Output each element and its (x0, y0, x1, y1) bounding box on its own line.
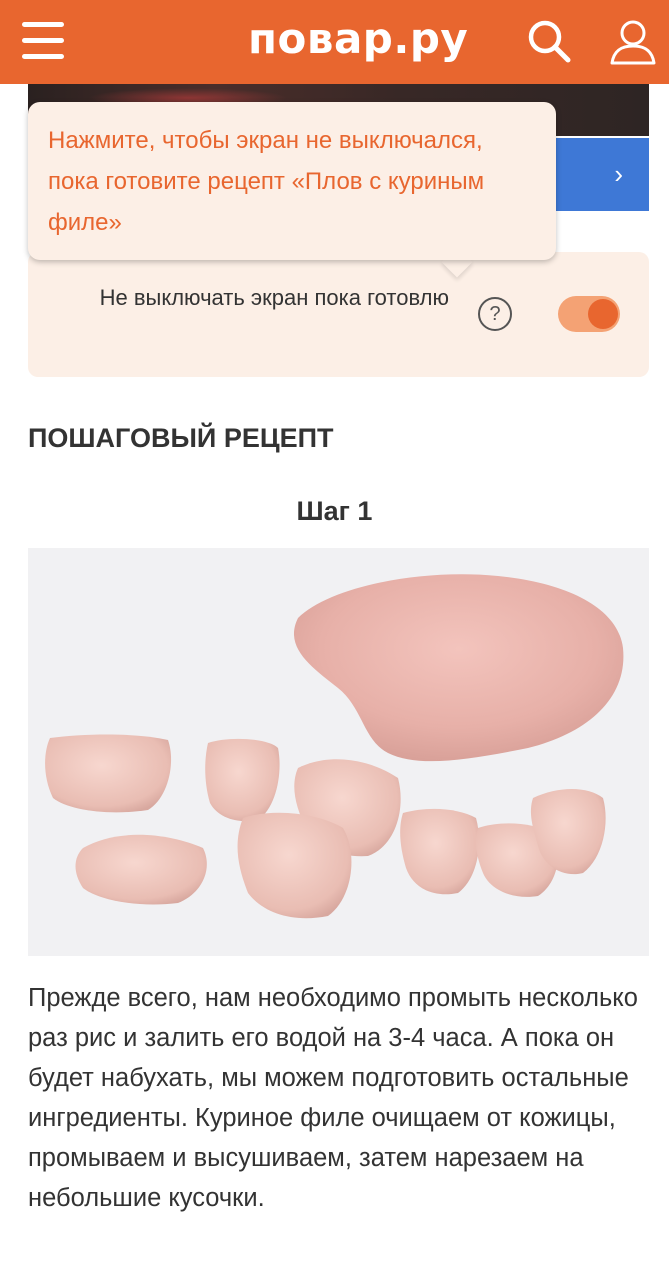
user-icon[interactable] (608, 16, 658, 66)
keep-screen-panel: Не выключать экран пока готовлю ? (28, 252, 649, 377)
menu-icon[interactable] (22, 22, 64, 60)
keep-screen-toggle[interactable] (558, 296, 620, 332)
app-header: повар.ру (0, 0, 669, 84)
section-title: ПОШАГОВЫЙ РЕЦЕПТ (28, 423, 334, 453)
keep-screen-label: Не выключать экран пока готовлю (99, 285, 449, 310)
tooltip-text: Нажмите, чтобы экран не выключался, пока… (48, 127, 485, 236)
raw-chicken-image (28, 548, 649, 956)
step-photo (28, 548, 649, 956)
step-description: Прежде всего, нам необходимо промыть нес… (28, 984, 638, 1212)
search-icon[interactable] (526, 18, 572, 64)
help-icon[interactable]: ? (478, 297, 512, 331)
chevron-right-icon[interactable]: › (614, 160, 623, 188)
site-logo[interactable]: повар.ру (248, 14, 468, 63)
keep-screen-tooltip[interactable]: Нажмите, чтобы экран не выключался, пока… (28, 102, 556, 260)
step-title: Шаг 1 (296, 496, 373, 526)
toggle-knob (588, 299, 618, 329)
